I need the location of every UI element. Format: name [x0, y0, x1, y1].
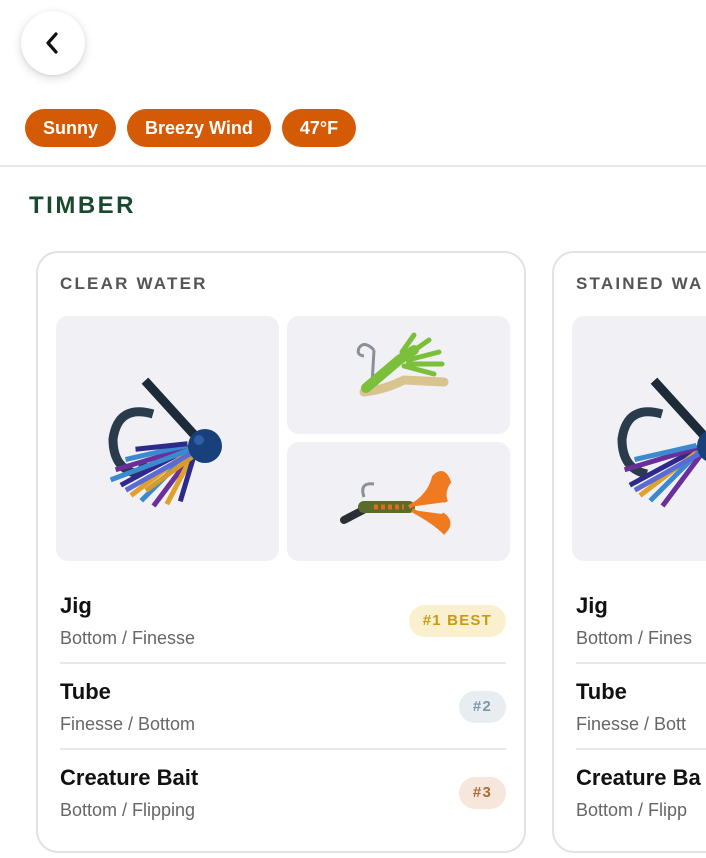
lure-name: Creature Ba: [576, 765, 701, 790]
lure-list: Jig Bottom / Finesse #1 BEST Tube Finess…: [60, 578, 506, 836]
card-title: CLEAR WATER: [60, 274, 208, 293]
lure-technique: Bottom / Finesse: [60, 628, 196, 648]
lure-technique: Bottom / Fines: [576, 628, 693, 648]
creature-bait-lure-tile: [287, 442, 510, 561]
section-title: TIMBER: [29, 192, 136, 219]
lure-technique: Finesse / Bott: [576, 714, 687, 734]
lure-row-jig[interactable]: Jig Bottom / Fines: [576, 578, 706, 664]
water-clarity-card-stained[interactable]: STAINED WA Jig Bottom / Fines Tube Fines…: [552, 251, 706, 853]
wind-chip: Breezy Wind: [127, 109, 271, 147]
lure-list: Jig Bottom / Fines Tube Finesse / Bott C…: [576, 578, 706, 836]
lure-row-tube[interactable]: Tube Finesse / Bottom #2: [60, 664, 506, 750]
rank-badge-3: #3: [458, 777, 506, 809]
weather-chip: Sunny: [25, 109, 117, 147]
lure-row-creature-bait[interactable]: Creature Bait Bottom / Flipping #3: [60, 750, 506, 836]
jig-lure-image: [617, 377, 706, 507]
tube-lure-tile: [287, 316, 510, 434]
creature-bait-lure-image: [339, 470, 451, 535]
lure-name: Jig: [60, 593, 92, 618]
lure-row-tube[interactable]: Tube Finesse / Bott: [576, 664, 706, 750]
jig-lure-tile: [56, 316, 279, 561]
lure-name: Jig: [576, 593, 608, 618]
lure-name: Creature Bait: [60, 765, 199, 790]
card-title: STAINED WA: [576, 274, 704, 293]
lure-technique: Bottom / Flipping: [60, 800, 196, 820]
rank-badge-1: #1 BEST: [408, 605, 506, 637]
lure-name: Tube: [576, 679, 627, 704]
lure-technique: Bottom / Flipp: [576, 800, 688, 820]
jig-lure-image: [107, 377, 222, 507]
temperature-chip: 47°F: [281, 109, 357, 147]
lure-technique: Finesse / Bottom: [60, 714, 196, 734]
tube-lure-image: [356, 332, 448, 397]
lure-row-jig[interactable]: Jig Bottom / Finesse #1 BEST: [60, 578, 506, 664]
jig-lure-tile: [572, 316, 706, 561]
header-divider: [0, 165, 706, 167]
lure-name: Tube: [60, 679, 111, 704]
back-button[interactable]: [21, 11, 85, 75]
conditions-chips: Sunny Breezy Wind 47°F: [25, 109, 357, 147]
rank-badge-2: #2: [458, 691, 506, 723]
chevron-left-icon: [46, 32, 58, 54]
lure-row-creature-bait[interactable]: Creature Ba Bottom / Flipp: [576, 750, 706, 836]
lure-recommendation-screen: Sunny Breezy Wind 47°F TIMBER CLEAR WATE…: [0, 0, 706, 858]
water-clarity-card-clear[interactable]: CLEAR WATER Jig Bottom / Finesse #1 BEST…: [36, 251, 526, 853]
